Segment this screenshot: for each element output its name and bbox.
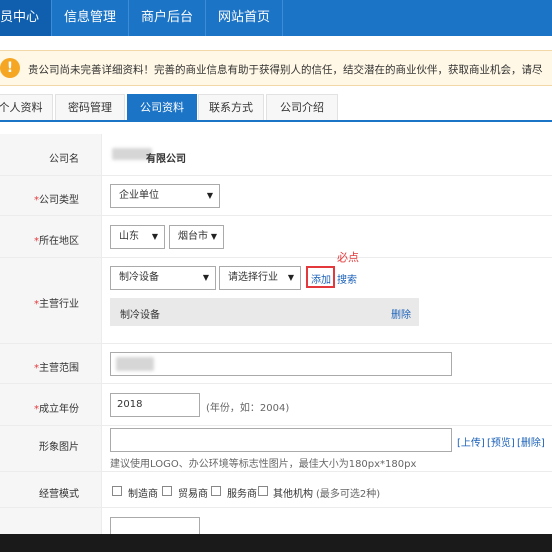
member-center-page: 员中心 信息管理 商户后台 网站首页 ! 贵公司尚未完善详细资料！完善的商业信息… <box>0 0 552 552</box>
preview-image-link[interactable]: [预览] <box>487 434 515 449</box>
selected-industry-label: 制冷设备 <box>120 310 160 321</box>
checkbox-service[interactable] <box>211 486 221 496</box>
incomplete-profile-notice: ! 贵公司尚未完善详细资料！完善的商业信息有助于获得别人的信任，结交潜在的商业伙… <box>0 50 552 86</box>
option-trader-label: 贸易商 <box>178 489 208 500</box>
delete-image-link[interactable]: [删除] <box>517 434 545 449</box>
tab-contact[interactable]: 联系方式 <box>198 94 264 120</box>
tab-personal-info[interactable]: 个人资料 <box>0 94 53 120</box>
chevron-down-icon: ▼ <box>287 273 294 282</box>
profile-tabs: 个人资料 密码管理 公司资料 联系方式 公司介绍 <box>0 94 552 122</box>
company-type-label: *公司类型 <box>34 195 79 206</box>
tab-company-info[interactable]: 公司资料 <box>127 94 197 120</box>
option-service-label: 服务商 <box>227 489 257 500</box>
row-company-type: *公司类型 企业单位 ▼ <box>0 176 552 216</box>
industry-label: *主营行业 <box>34 299 79 310</box>
row-region: *所在地区 山东 ▼ 烟台市 ▼ <box>0 216 552 258</box>
founded-year-label: *成立年份 <box>34 404 79 415</box>
scope-label: *主营范围 <box>34 363 79 374</box>
chevron-down-icon: ▼ <box>206 191 213 200</box>
annotation-must-click: 必点 <box>337 251 359 264</box>
chevron-down-icon: ▼ <box>202 273 209 282</box>
image-path-input[interactable] <box>110 428 452 452</box>
nav-merchant-backend[interactable]: 商户后台 <box>129 0 207 36</box>
founded-year-hint: (年份，如：2004) <box>206 403 290 414</box>
company-name-value: 有限公司 <box>146 154 186 165</box>
top-nav: 员中心 信息管理 商户后台 网站首页 <box>0 0 552 36</box>
nav-member-center[interactable]: 员中心 <box>0 0 53 36</box>
row-industry: *主营行业 制冷设备 ▼ 请选择行业 ▼ 必点 添加 搜索 制冷设备 删除 <box>0 251 552 344</box>
checkbox-other[interactable] <box>258 486 268 496</box>
business-mode-label: 经营模式 <box>39 489 79 500</box>
company-name-label: 公司名 <box>49 154 79 165</box>
region-label: *所在地区 <box>34 236 79 247</box>
business-mode-hint: (最多可选2种) <box>316 489 381 500</box>
checkbox-manufacturer[interactable] <box>112 486 122 496</box>
search-industry-link[interactable]: 搜索 <box>337 271 357 286</box>
row-founded-year: *成立年份 2018 (年份，如：2004) <box>0 384 552 426</box>
upload-image-link[interactable]: [上传] <box>457 434 485 449</box>
scope-input[interactable] <box>110 352 452 376</box>
selected-industry-item: 制冷设备 删除 <box>110 298 419 326</box>
city-select[interactable]: 烟台市 ▼ <box>169 225 224 249</box>
add-industry-link[interactable]: 添加 <box>311 271 331 286</box>
delete-industry-link[interactable]: 删除 <box>391 306 411 321</box>
chevron-down-icon: ▼ <box>151 232 158 241</box>
image-label: 形象图片 <box>39 442 79 453</box>
row-business-mode: 经营模式 制造商 贸易商 服务商 其他机构 (最多可选2种) <box>0 472 552 508</box>
option-manufacturer-label: 制造商 <box>128 489 158 500</box>
row-image: 形象图片 [上传] [预览] [删除] 建议使用LOGO、办公环境等标志性图片，… <box>0 426 552 472</box>
chevron-down-icon: ▼ <box>210 232 217 241</box>
warning-icon: ! <box>0 58 20 78</box>
province-select[interactable]: 山东 ▼ <box>110 225 165 249</box>
notice-text: 贵公司尚未完善详细资料！完善的商业信息有助于获得别人的信任，结交潜在的商业伙伴，… <box>28 64 543 76</box>
row-company-name: 公司名 有限公司 <box>0 134 552 176</box>
image-hint: 建议使用LOGO、办公环境等标志性图片，最佳大小为180px*180px <box>110 459 417 470</box>
tab-company-intro[interactable]: 公司介绍 <box>266 94 338 120</box>
redacted-scope-value <box>116 357 154 371</box>
bottom-bar <box>0 534 552 552</box>
nav-site-home[interactable]: 网站首页 <box>206 0 284 36</box>
checkbox-trader[interactable] <box>162 486 172 496</box>
nav-info-management[interactable]: 信息管理 <box>52 0 130 36</box>
company-type-select[interactable]: 企业单位 ▼ <box>110 184 220 208</box>
industry-select-secondary[interactable]: 请选择行业 ▼ <box>219 266 301 290</box>
founded-year-input[interactable]: 2018 <box>110 393 200 417</box>
tab-password[interactable]: 密码管理 <box>55 94 125 120</box>
option-other-label: 其他机构 <box>273 489 313 500</box>
industry-select-primary[interactable]: 制冷设备 ▼ <box>110 266 216 290</box>
row-scope: *主营范围 <box>0 344 552 384</box>
